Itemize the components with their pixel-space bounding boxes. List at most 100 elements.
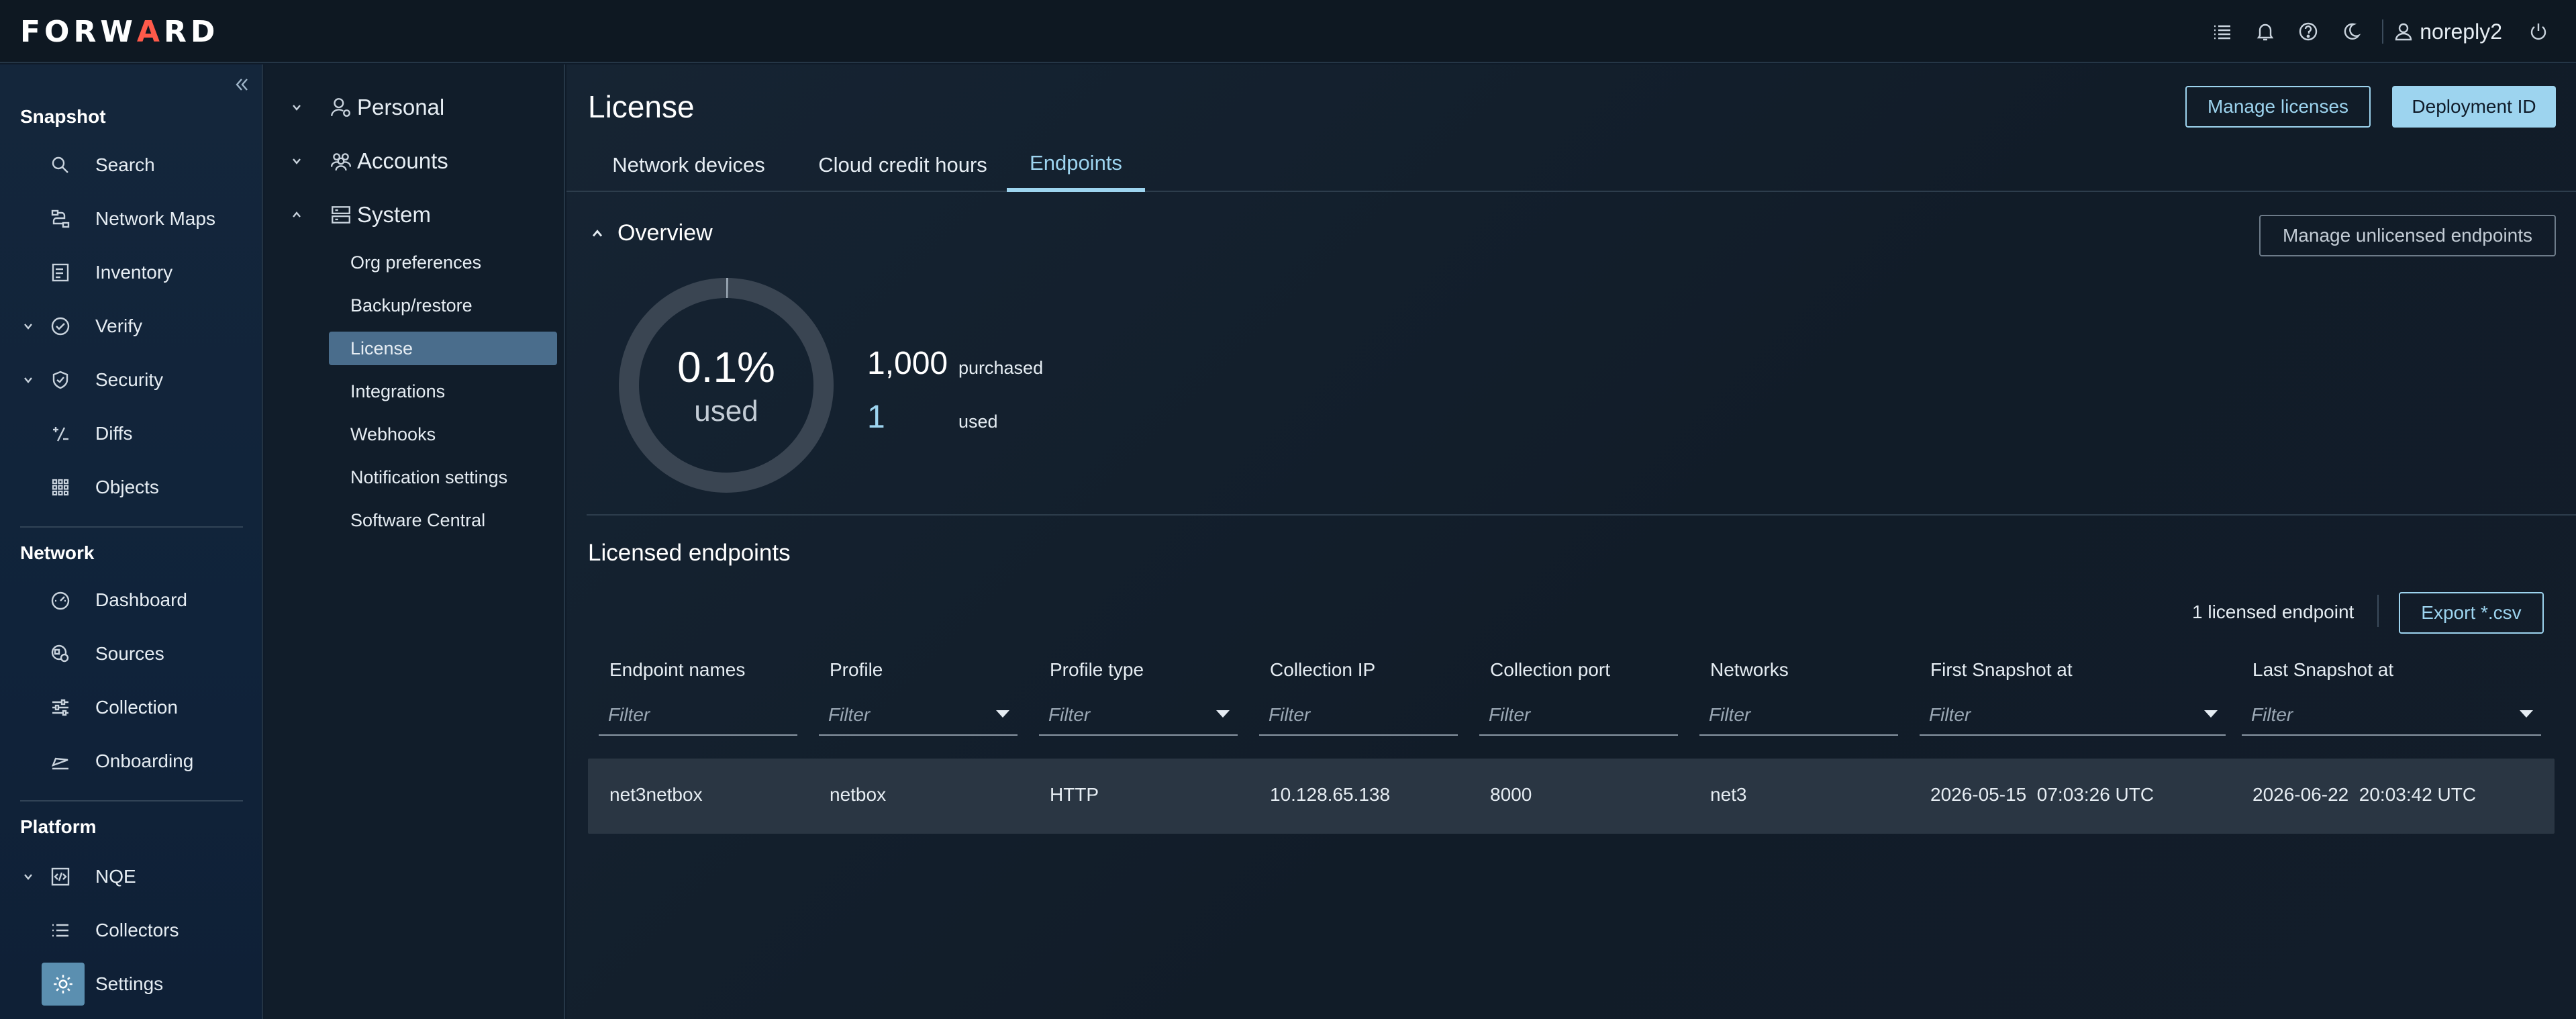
dashboard-gauge-icon	[47, 587, 74, 614]
sidebar-item-inventory[interactable]: Inventory	[0, 251, 262, 294]
filter-networks[interactable]: Filter	[1699, 695, 1898, 736]
list-icon[interactable]	[2201, 10, 2244, 53]
gear-icon	[42, 963, 85, 1006]
username: noreply2	[2420, 19, 2502, 44]
inventory-icon	[47, 259, 74, 286]
dropdown-arrow-icon	[996, 710, 1009, 718]
collapse-sidebar-icon[interactable]	[228, 71, 255, 98]
filter-placeholder: Filter	[2251, 704, 2293, 725]
sidebar-item-collectors[interactable]: Collectors	[0, 909, 262, 952]
logo-text-right: RD	[163, 14, 219, 49]
cell-collection-ip: 10.128.65.138	[1270, 784, 1391, 805]
code-icon	[47, 863, 74, 890]
column-header-last-snapshot[interactable]: Last Snapshot at	[2252, 659, 2393, 681]
settings-group-personal[interactable]: Personal	[264, 86, 564, 129]
tab-endpoints[interactable]: Endpoints	[1007, 138, 1145, 192]
user-menu[interactable]: noreply2	[2393, 19, 2502, 44]
export-csv-button[interactable]: Export *.csv	[2399, 592, 2544, 634]
chevron-down-icon[interactable]	[20, 318, 36, 334]
moon-icon[interactable]	[2330, 10, 2373, 53]
overview-label: Overview	[617, 220, 713, 246]
column-header-profile[interactable]: Profile	[830, 659, 883, 681]
user-gear-icon	[329, 95, 353, 119]
chevron-down-icon[interactable]	[20, 372, 36, 388]
bell-icon[interactable]	[2244, 10, 2287, 53]
column-header-collection-ip[interactable]: Collection IP	[1270, 659, 1375, 681]
sidebar-item-dashboard[interactable]: Dashboard	[0, 579, 262, 622]
settings-group-accounts[interactable]: Accounts	[264, 140, 564, 183]
network-maps-icon	[47, 205, 74, 232]
sidebar-item-collection[interactable]: Collection	[0, 686, 262, 729]
column-header-networks[interactable]: Networks	[1710, 659, 1789, 681]
cell-first-snapshot: 2026-05-15 07:03:26 UTC	[1930, 784, 2154, 805]
settings-item-software-central[interactable]: Software Central	[329, 503, 557, 537]
licensed-endpoints-title: Licensed endpoints	[588, 540, 791, 566]
deployment-id-button[interactable]: Deployment ID	[2392, 86, 2556, 128]
settings-item-backup-restore[interactable]: Backup/restore	[329, 289, 557, 322]
cell-last-snapshot: 2026-06-22 20:03:42 UTC	[2252, 784, 2477, 805]
main-sidebar: Snapshot Search Network Maps Inventory V…	[0, 64, 263, 1019]
top-icons: noreply2	[2201, 0, 2560, 63]
settings-group-label: Accounts	[357, 148, 448, 173]
settings-item-notification-settings[interactable]: Notification settings	[329, 460, 557, 494]
sidebar-item-label: Settings	[95, 973, 164, 994]
diffs-icon	[47, 420, 74, 447]
sidebar-item-diffs[interactable]: Diffs	[0, 412, 262, 455]
users-icon	[329, 149, 353, 173]
sidebar-item-objects[interactable]: Objects	[0, 466, 262, 509]
tab-network-devices[interactable]: Network devices	[588, 138, 789, 192]
sidebar-item-label: Collection	[95, 697, 178, 718]
settings-group-label: Personal	[357, 95, 445, 119]
settings-item-license[interactable]: License	[329, 332, 557, 365]
filter-placeholder: Filter	[1709, 704, 1751, 725]
filter-collection-ip[interactable]: Filter	[1259, 695, 1458, 736]
sidebar-item-settings[interactable]: Settings	[0, 963, 262, 1006]
logo-text-accent: A	[136, 14, 164, 49]
sidebar-item-label: Network Maps	[95, 208, 215, 229]
sidebar-item-nqe[interactable]: NQE	[0, 855, 262, 898]
sliders-icon	[47, 694, 74, 721]
filter-profile[interactable]: Filter	[819, 695, 1018, 736]
chevron-down-icon	[289, 99, 305, 115]
sidebar-item-search[interactable]: Search	[0, 144, 262, 187]
objects-grid-icon	[47, 474, 74, 501]
sidebar-item-security[interactable]: Security	[0, 358, 262, 401]
settings-item-org-preferences[interactable]: Org preferences	[329, 246, 557, 279]
manage-licenses-button[interactable]: Manage licenses	[2185, 86, 2371, 128]
sidebar-item-onboarding[interactable]: Onboarding	[0, 740, 262, 783]
sidebar-item-network-maps[interactable]: Network Maps	[0, 197, 262, 240]
settings-item-webhooks[interactable]: Webhooks	[329, 418, 557, 451]
page-title: License	[588, 89, 695, 124]
sidebar-item-label: NQE	[95, 866, 136, 887]
used-count: 1	[867, 399, 885, 435]
dropdown-arrow-icon	[2520, 710, 2533, 718]
column-header-endpoint-names[interactable]: Endpoint names	[609, 659, 745, 681]
topbar-separator	[2382, 19, 2384, 44]
column-header-first-snapshot[interactable]: First Snapshot at	[1930, 659, 2073, 681]
sidebar-item-verify[interactable]: Verify	[0, 305, 262, 348]
shield-icon	[47, 367, 74, 393]
filter-endpoint-names[interactable]: Filter	[599, 695, 797, 736]
forward-logo[interactable]: FORW A RD	[20, 14, 219, 49]
help-icon[interactable]	[2287, 10, 2330, 53]
manage-unlicensed-endpoints-button[interactable]: Manage unlicensed endpoints	[2259, 215, 2556, 256]
tab-cloud-credit-hours[interactable]: Cloud credit hours	[801, 138, 1004, 192]
purchased-label: purchased	[958, 358, 1044, 378]
settings-group-system[interactable]: System	[264, 193, 564, 236]
settings-item-integrations[interactable]: Integrations	[329, 375, 557, 408]
overview-toggle[interactable]: Overview	[589, 220, 713, 246]
filter-last-snapshot[interactable]: Filter	[2242, 695, 2541, 736]
column-header-profile-type[interactable]: Profile type	[1050, 659, 1144, 681]
sidebar-item-sources[interactable]: Sources	[0, 632, 262, 675]
filter-first-snapshot[interactable]: Filter	[1920, 695, 2226, 736]
filter-collection-port[interactable]: Filter	[1479, 695, 1678, 736]
filter-profile-type[interactable]: Filter	[1039, 695, 1238, 736]
top-bar: FORW A RD noreply2	[0, 0, 2576, 63]
license-tabs: Network devices Cloud credit hours Endpo…	[566, 138, 2576, 192]
column-header-collection-port[interactable]: Collection port	[1490, 659, 1610, 681]
usage-used-word: used	[694, 395, 758, 428]
sidebar-divider	[20, 800, 243, 802]
toolbar-separator	[2377, 595, 2379, 627]
chevron-down-icon[interactable]	[20, 869, 36, 885]
power-icon[interactable]	[2517, 10, 2560, 53]
